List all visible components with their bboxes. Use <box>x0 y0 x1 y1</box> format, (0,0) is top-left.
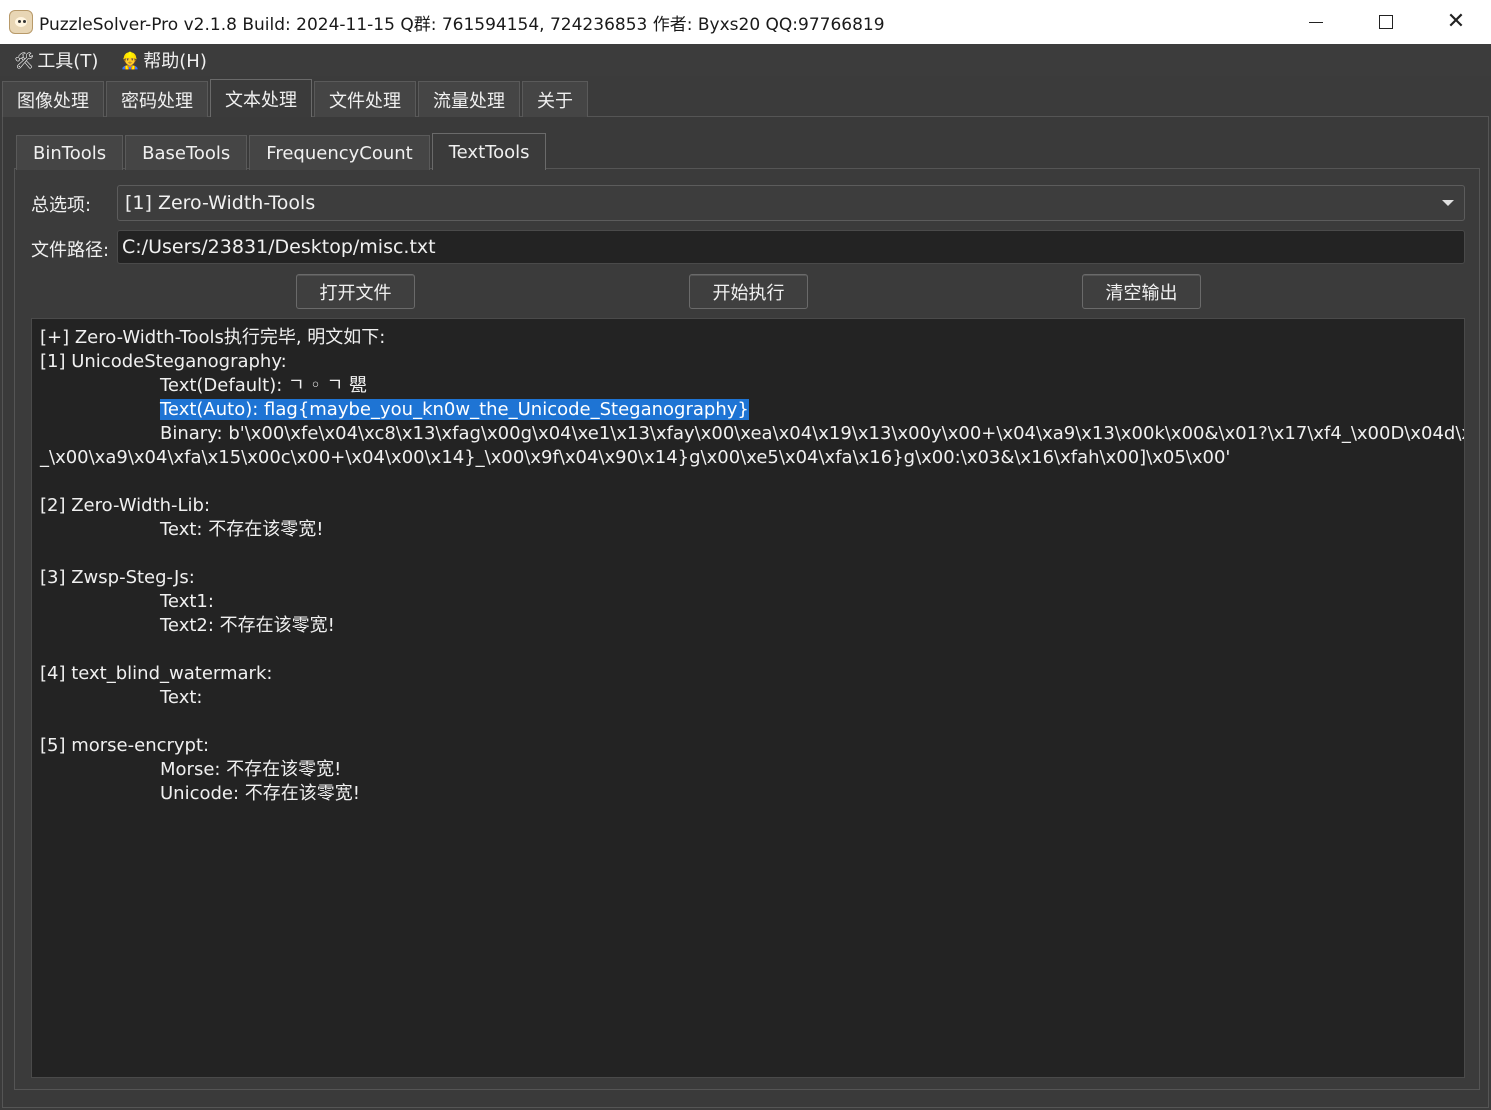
tab-text-processing[interactable]: 文本处理 <box>210 79 312 117</box>
option-select-value: [1] Zero-Width-Tools <box>125 192 316 214</box>
option-select[interactable]: [1] Zero-Width-Tools <box>117 185 1465 221</box>
output-line: Binary: b'\x00\xfe\x04\xc8\x13\xfag\x00g… <box>160 423 1465 444</box>
tab-image-processing[interactable]: 图像处理 <box>2 81 104 117</box>
tab-frequencycount[interactable]: FrequencyCount <box>249 135 430 170</box>
tab-texttools[interactable]: TextTools <box>431 133 547 170</box>
output-text-prefix: Text(Default): <box>160 375 289 396</box>
chevron-down-icon <box>1442 200 1454 206</box>
menu-tools-label: 工具(T) <box>37 51 99 72</box>
menu-help[interactable]: 👷 帮助(H) <box>106 47 215 73</box>
output-garbled-glyphs: ㄱ ◦ ㄱ 甖 <box>288 375 367 396</box>
output-line: [1] UnicodeSteganography: <box>40 351 287 372</box>
tools-icon: 🛠 <box>14 50 35 70</box>
title-bar: PuzzleSolver-Pro v2.1.8 Build: 2024-11-1… <box>0 0 1491 44</box>
tab-file-processing[interactable]: 文件处理 <box>314 81 416 117</box>
output-blank-line <box>40 638 1464 662</box>
output-line: Unicode: 不存在该零宽! <box>160 783 360 804</box>
option-label: 总选项: <box>31 195 92 216</box>
tab-about[interactable]: 关于 <box>522 81 588 117</box>
output-blank-line <box>40 542 1464 566</box>
tab-traffic-processing[interactable]: 流量处理 <box>418 81 520 117</box>
output-line: _\x00\xa9\x04\xfa\x15\x00c\x00+\x04\x00\… <box>40 447 1231 468</box>
output-line: Morse: 不存在该零宽! <box>160 759 342 780</box>
top-tab-bar: 图像处理 密码处理 文本处理 文件处理 流量处理 关于 <box>2 79 590 117</box>
help-person-icon: 👷 <box>120 50 141 70</box>
menu-tools[interactable]: 🛠 工具(T) <box>0 47 106 73</box>
file-path-input[interactable] <box>117 230 1465 264</box>
tab-crypto-processing[interactable]: 密码处理 <box>106 81 208 117</box>
output-line: [4] text_blind_watermark: <box>40 663 273 684</box>
tab-bintools[interactable]: BinTools <box>16 135 124 170</box>
app-logo-icon <box>9 10 33 34</box>
menu-bar: 🛠 工具(T) 👷 帮助(H) <box>0 44 1491 76</box>
output-line: Text(Default): ㄱ ◦ ㄱ 甖 <box>40 374 1464 398</box>
output-line: [3] Zwsp-Steg-Js: <box>40 567 195 588</box>
output-line: Text: 不存在该零宽! <box>160 519 324 540</box>
output-line: [5] morse-encrypt: <box>40 735 210 756</box>
output-blank-line <box>40 710 1464 734</box>
clear-output-button[interactable]: 清空输出 <box>1082 274 1201 309</box>
output-line: Text2: 不存在该零宽! <box>160 615 335 636</box>
path-label: 文件路径: <box>31 240 110 261</box>
minimize-icon <box>1309 21 1323 23</box>
maximize-button[interactable] <box>1351 0 1421 44</box>
output-line: [2] Zero-Width-Lib: <box>40 495 211 516</box>
open-file-button[interactable]: 打开文件 <box>296 274 415 309</box>
window-title: PuzzleSolver-Pro v2.1.8 Build: 2024-11-1… <box>39 14 885 35</box>
output-line: [+] Zero-Width-Tools执行完毕, 明文如下: <box>40 327 386 348</box>
output-blank-line <box>40 470 1464 494</box>
menu-help-label: 帮助(H) <box>143 51 207 72</box>
close-button[interactable]: ✕ <box>1421 0 1491 44</box>
selected-flag-text: Text(Auto): flag{maybe_you_kn0w_the_Unic… <box>160 399 749 420</box>
output-line: Text(Auto): flag{maybe_you_kn0w_the_Unic… <box>40 398 1464 422</box>
minimize-button[interactable] <box>1281 0 1351 44</box>
output-textarea[interactable]: [+] Zero-Width-Tools执行完毕, 明文如下: [1] Unic… <box>31 318 1465 1078</box>
close-icon: ✕ <box>1446 9 1466 34</box>
start-button[interactable]: 开始执行 <box>689 274 808 309</box>
window-controls: ✕ <box>1281 0 1491 44</box>
output-line: Text1: <box>160 591 214 612</box>
output-line: Text: <box>160 687 203 708</box>
tab-basetools[interactable]: BaseTools <box>125 135 248 170</box>
sub-tab-bar: BinTools BaseTools FrequencyCount TextTo… <box>16 133 548 170</box>
maximize-icon <box>1379 15 1393 29</box>
